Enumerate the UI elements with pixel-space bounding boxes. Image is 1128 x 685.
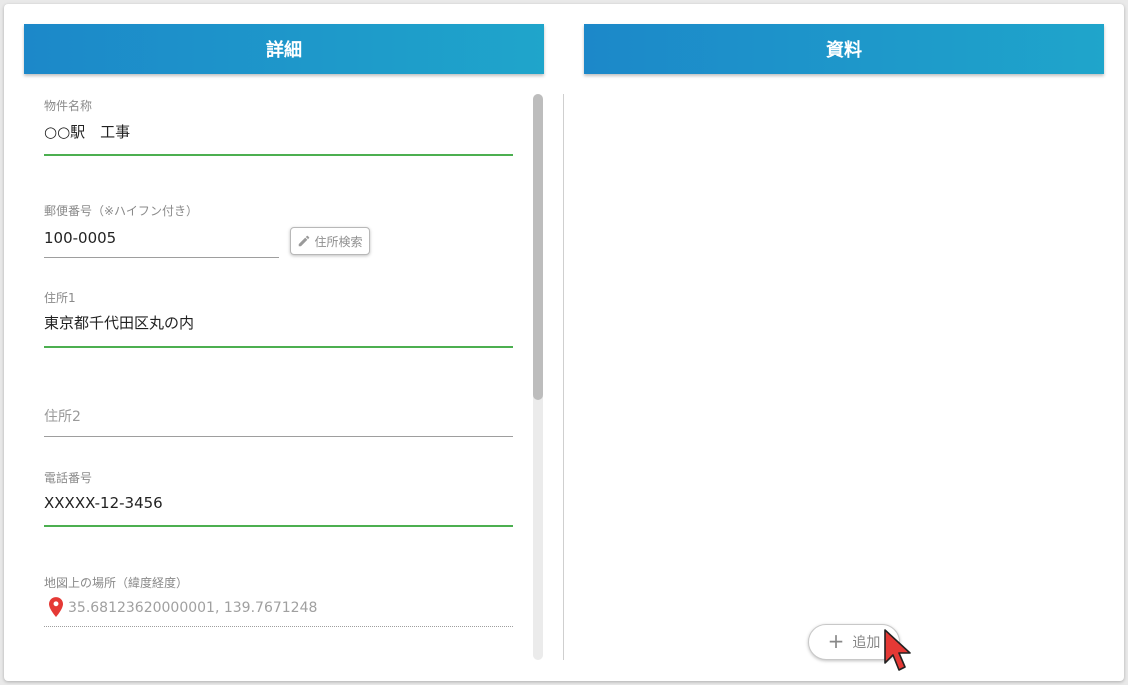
map-location-label: 地図上の場所（緯度経度） [44,576,189,590]
materials-panel-header: 資料 [584,24,1104,74]
address2-underline [44,436,513,437]
map-location-underline [44,626,513,627]
address1-underline [44,346,513,348]
details-scrollbar-thumb[interactable] [533,94,543,400]
cursor-pointer-icon [884,629,911,671]
map-location-value[interactable]: 35.68123620000001, 139.7671248 [68,600,317,616]
phone-value[interactable]: XXXXX-12-3456 [44,494,163,512]
panel-divider [563,94,564,660]
address-search-button[interactable]: 住所検索 [290,227,370,255]
address1-value[interactable]: 東京都千代田区丸の内 [44,312,194,333]
property-name-label: 物件名称 [44,99,93,113]
address2-placeholder: 住所2 [44,409,81,425]
property-name-value[interactable]: ○○駅 工事 [44,121,130,142]
property-name-field[interactable]: 物件名称 ○○駅 工事 [44,94,513,156]
details-panel-title: 詳細 [266,40,302,61]
phone-field[interactable]: 電話番号 XXXXX-12-3456 [44,469,513,529]
postal-code-underline [44,257,279,258]
property-name-underline [44,154,513,156]
materials-panel-title: 資料 [826,40,862,61]
details-panel-header: 詳細 [24,24,544,74]
address1-label: 住所1 [44,291,76,305]
add-material-label: 追加 [852,635,881,651]
map-pin-icon [49,597,63,617]
plus-icon: + [827,629,845,653]
postal-code-label: 郵便番号（※ハイフン付き） [44,204,199,218]
phone-underline [44,525,513,527]
address-search-label: 住所検索 [314,234,363,249]
address1-field[interactable]: 住所1 東京都千代田区丸の内 [44,289,513,349]
details-scrollbar[interactable] [533,94,543,660]
address2-field[interactable]: 住所2 [44,394,513,439]
phone-label: 電話番号 [44,471,93,485]
postal-code-field[interactable]: 郵便番号（※ハイフン付き） 100-0005 [44,199,280,259]
pencil-icon [299,235,310,247]
details-form: 物件名称 ○○駅 工事 郵便番号（※ハイフン付き） 100-0005 住所検索 … [44,94,514,664]
postal-code-value[interactable]: 100-0005 [44,229,116,247]
